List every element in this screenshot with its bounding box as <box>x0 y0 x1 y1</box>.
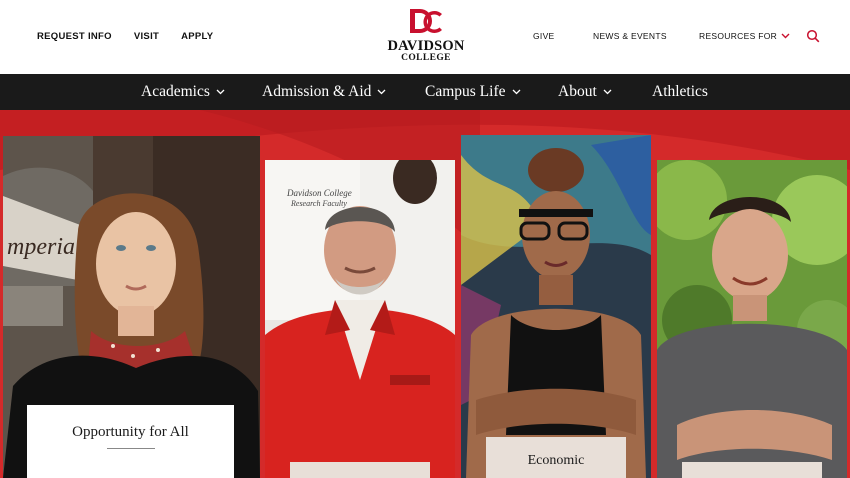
svg-text:Davidson College: Davidson College <box>286 188 352 198</box>
card-caption-text: Opportunity for All <box>72 424 189 440</box>
card-caption-3[interactable]: Economic <box>486 437 626 478</box>
apply-link[interactable]: APPLY <box>181 31 213 42</box>
logo-subtitle: COLLEGE <box>401 53 451 63</box>
nav-about[interactable]: About <box>558 74 612 110</box>
profile-photo-professor[interactable]: Davidson College Research Faculty <box>265 160 455 478</box>
utility-header: REQUEST INFO VISIT APPLY DAVIDSON COLLEG… <box>0 0 850 74</box>
nav-campus-label: Campus Life <box>425 83 506 100</box>
nav-admission-label: Admission & Aid <box>262 83 372 100</box>
chevron-down-icon <box>377 89 386 95</box>
utility-links-left: REQUEST INFO VISIT APPLY <box>37 31 213 42</box>
main-navigation: Academics Admission & Aid Campus Life Ab… <box>0 74 850 110</box>
nav-athletics-label: Athletics <box>652 83 708 100</box>
portrait-image: Davidson College Research Faculty <box>265 160 455 478</box>
profile-photo-student-3[interactable] <box>657 160 847 478</box>
resources-for-dropdown[interactable]: RESOURCES FOR <box>699 31 790 41</box>
nav-about-label: About <box>558 83 597 100</box>
svg-text:Research Faculty: Research Faculty <box>290 199 347 208</box>
portrait-image <box>657 160 847 478</box>
nav-campus-life[interactable]: Campus Life <box>425 74 521 110</box>
card-caption-4[interactable] <box>682 462 822 478</box>
chevron-down-icon <box>781 33 790 39</box>
card-caption-2[interactable] <box>290 462 430 478</box>
profile-photo-student-2[interactable] <box>461 135 651 478</box>
chevron-down-icon <box>603 89 612 95</box>
caption-divider <box>106 448 155 449</box>
davidson-logo[interactable]: DAVIDSON COLLEGE <box>381 6 471 66</box>
nav-academics[interactable]: Academics <box>141 74 225 110</box>
chevron-down-icon <box>512 89 520 95</box>
nav-academics-label: Academics <box>141 83 210 100</box>
dc-monogram-icon <box>410 9 442 34</box>
nav-admission-aid[interactable]: Admission & Aid <box>262 74 386 110</box>
news-events-link[interactable]: NEWS & EVENTS <box>593 31 667 41</box>
card-caption-1[interactable]: Opportunity for All <box>27 405 234 478</box>
request-info-link[interactable]: REQUEST INFO <box>37 31 112 42</box>
portrait-image <box>461 135 651 478</box>
card-caption-text: Economic <box>527 453 585 468</box>
search-icon[interactable] <box>806 29 820 43</box>
nav-athletics[interactable]: Athletics <box>652 74 708 110</box>
resources-for-label: RESOURCES FOR <box>699 31 778 41</box>
visit-link[interactable]: VISIT <box>134 31 159 42</box>
svg-text:mperial: mperial <box>7 234 82 260</box>
logo-wordmark: DAVIDSON <box>387 38 465 54</box>
give-link[interactable]: GIVE <box>533 31 555 41</box>
hero-section: mperial Davidson College Research Facult… <box>0 110 850 478</box>
chevron-down-icon <box>216 89 225 95</box>
